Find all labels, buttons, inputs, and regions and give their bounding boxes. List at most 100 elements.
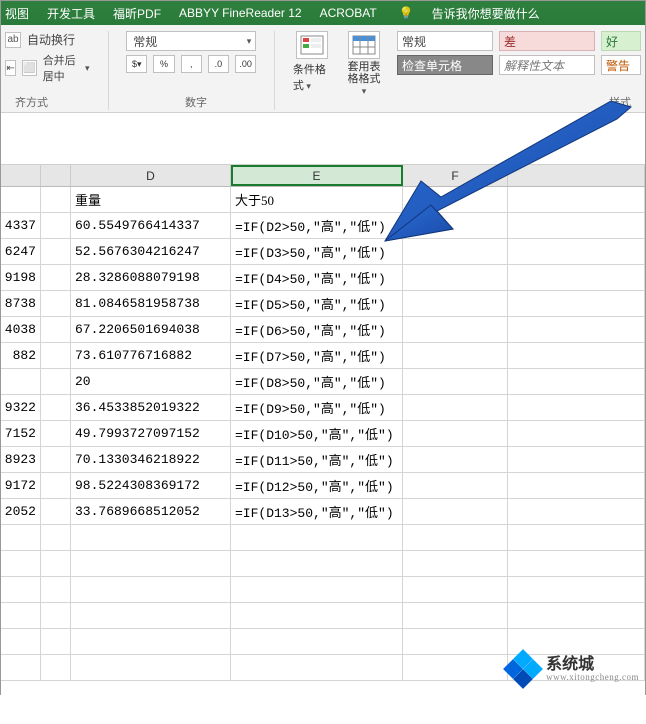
cell-c-tail[interactable]: 8738 xyxy=(1,291,41,316)
increase-decimal-button[interactable]: .0 xyxy=(208,55,229,73)
cell-d[interactable]: 33.7689668512052 xyxy=(71,499,231,524)
cell-c-tail[interactable]: 882 xyxy=(1,343,41,368)
styles-gallery: 常规 差 好 检查单元格 解释性文本 警告 xyxy=(397,31,641,110)
tell-me-input[interactable]: 告诉我你想要做什么 xyxy=(432,5,540,22)
table-format-button[interactable]: 套用表格格式 xyxy=(345,31,383,97)
cell-d[interactable]: 98.5224308369172 xyxy=(71,473,231,498)
menu-abbyy[interactable]: ABBYY FineReader 12 xyxy=(179,6,302,20)
cell-e[interactable]: =IF(D13>50,"高","低") xyxy=(231,499,403,524)
style-bad[interactable]: 差 xyxy=(499,31,595,51)
table-row: 2052 33.7689668512052=IF(D13>50,"高","低") xyxy=(1,499,645,525)
cell-e[interactable]: =IF(D2>50,"高","低") xyxy=(231,213,403,238)
table-header-row: 重量 大于50 xyxy=(1,187,645,213)
wrap-text-button[interactable]: 自动换行 xyxy=(27,31,75,48)
menu-foxit[interactable]: 福昕PDF xyxy=(113,5,161,22)
col-header-f[interactable]: F xyxy=(403,165,508,186)
comma-button[interactable]: , xyxy=(181,55,202,73)
cell-d[interactable]: 49.7993727097152 xyxy=(71,421,231,446)
percent-button[interactable]: % xyxy=(153,55,174,73)
cell-c-tail[interactable]: 2052 xyxy=(1,499,41,524)
cell-e[interactable]: =IF(D9>50,"高","低") xyxy=(231,395,403,420)
cell-c-tail[interactable]: 7152 xyxy=(1,421,41,446)
column-headers: D E F xyxy=(1,165,645,187)
col-header-e[interactable]: E xyxy=(231,165,403,186)
style-check-cell[interactable]: 检查单元格 xyxy=(397,55,493,75)
number-group-label: 数字 xyxy=(185,94,207,110)
menu-acrobat[interactable]: ACROBAT xyxy=(320,6,377,20)
merge-icon[interactable]: ⬜ xyxy=(22,60,36,76)
watermark-url: www.xitongcheng.com xyxy=(546,673,639,682)
cell-d[interactable]: 52.5676304216247 xyxy=(71,239,231,264)
cell-d[interactable]: 67.2206501694038 xyxy=(71,317,231,342)
ribbon: ab 自动换行 ⇤ ⬜ 合并后居中 ▾ 常规 $▾ % , .0 .00 条件格… xyxy=(1,25,645,113)
table-row: 4038 67.2206501694038=IF(D6>50,"高","低") xyxy=(1,317,645,343)
cell-c-tail[interactable]: 4038 xyxy=(1,317,41,342)
cell-c-tail[interactable] xyxy=(1,369,41,394)
table-row: 9322 36.4533852019322=IF(D9>50,"高","低") xyxy=(1,395,645,421)
style-good[interactable]: 好 xyxy=(601,31,641,51)
table-row: 8738 81.0846581958738=IF(D5>50,"高","低") xyxy=(1,291,645,317)
table-row: 9172 98.5224308369172=IF(D12>50,"高","低") xyxy=(1,473,645,499)
empty-row xyxy=(1,577,645,603)
table-row: 882 73.610776716882=IF(D7>50,"高","低") xyxy=(1,343,645,369)
cell-d[interactable]: 20 xyxy=(71,369,231,394)
watermark-title: 系统城 xyxy=(546,657,639,673)
cell-c-tail[interactable]: 9172 xyxy=(1,473,41,498)
merge-center-button[interactable]: 合并后居中 xyxy=(43,52,79,84)
table-row: 9198 28.3286088079198=IF(D4>50,"高","低") xyxy=(1,265,645,291)
col-header-d[interactable]: D xyxy=(71,165,231,186)
cell-e[interactable]: =IF(D12>50,"高","低") xyxy=(231,473,403,498)
watermark: 系统城 www.xitongcheng.com xyxy=(506,652,639,686)
menu-view[interactable]: 视图 xyxy=(5,5,29,22)
cell-e[interactable]: =IF(D11>50,"高","低") xyxy=(231,447,403,472)
style-explanatory[interactable]: 解释性文本 xyxy=(499,55,595,75)
cell-e[interactable]: =IF(D10>50,"高","低") xyxy=(231,421,403,446)
table-row: 8923 70.1330346218922=IF(D11>50,"高","低") xyxy=(1,447,645,473)
cell-e[interactable]: =IF(D3>50,"高","低") xyxy=(231,239,403,264)
indent-icon[interactable]: ⇤ xyxy=(5,60,16,76)
cell-e[interactable]: =IF(D6>50,"高","低") xyxy=(231,317,403,342)
table-row: 7152 49.7993727097152=IF(D10>50,"高","低") xyxy=(1,421,645,447)
cell-d[interactable]: 60.5549766414337 xyxy=(71,213,231,238)
number-format-dropdown[interactable]: 常规 xyxy=(126,31,256,51)
empty-row xyxy=(1,551,645,577)
style-warning[interactable]: 警告 xyxy=(601,55,641,75)
lightbulb-icon: 💡 xyxy=(399,6,414,20)
cell-e[interactable]: =IF(D8>50,"高","低") xyxy=(231,369,403,394)
spreadsheet-grid[interactable]: 重量 大于50 4337 60.5549766414337=IF(D2>50,"高… xyxy=(1,187,645,724)
decrease-decimal-button[interactable]: .00 xyxy=(235,55,256,73)
cell-e[interactable]: =IF(D7>50,"高","低") xyxy=(231,343,403,368)
conditional-format-icon xyxy=(296,31,328,59)
table-row: 4337 60.5549766414337=IF(D2>50,"高","低") xyxy=(1,213,645,239)
cell-d[interactable]: 73.610776716882 xyxy=(71,343,231,368)
col-header-rest[interactable] xyxy=(508,165,645,186)
cell-d[interactable]: 36.4533852019322 xyxy=(71,395,231,420)
col-header-c[interactable] xyxy=(41,165,71,186)
table-format-icon xyxy=(348,31,380,59)
empty-row xyxy=(1,525,645,551)
menu-devtools[interactable]: 开发工具 xyxy=(47,5,95,22)
cell-c-tail[interactable]: 6247 xyxy=(1,239,41,264)
header-gt50[interactable]: 大于50 xyxy=(231,187,403,212)
wrap-text-icon[interactable]: ab xyxy=(5,32,21,48)
cell-e[interactable]: =IF(D5>50,"高","低") xyxy=(231,291,403,316)
cell-e[interactable]: =IF(D4>50,"高","低") xyxy=(231,265,403,290)
cell-d[interactable]: 81.0846581958738 xyxy=(71,291,231,316)
alignment-group-label: 齐方式 xyxy=(15,94,48,110)
table-row: 20=IF(D8>50,"高","低") xyxy=(1,369,645,395)
col-header-stub[interactable] xyxy=(1,165,41,186)
styles-group-label: 样式 xyxy=(609,94,631,110)
cell-c-tail[interactable]: 9198 xyxy=(1,265,41,290)
cell-d[interactable]: 70.1330346218922 xyxy=(71,447,231,472)
currency-button[interactable]: $▾ xyxy=(126,55,147,73)
conditional-format-button[interactable]: 条件格式 xyxy=(293,31,331,93)
cell-c-tail[interactable]: 4337 xyxy=(1,213,41,238)
style-normal[interactable]: 常规 xyxy=(397,31,493,51)
menu-bar: 视图 开发工具 福昕PDF ABBYY FineReader 12 ACROBA… xyxy=(1,1,645,25)
header-weight[interactable]: 重量 xyxy=(71,187,231,212)
cell-c-tail[interactable]: 8923 xyxy=(1,447,41,472)
cell-c-tail[interactable]: 9322 xyxy=(1,395,41,420)
watermark-logo-icon xyxy=(506,652,540,686)
table-row: 6247 52.5676304216247=IF(D3>50,"高","低") xyxy=(1,239,645,265)
cell-d[interactable]: 28.3286088079198 xyxy=(71,265,231,290)
